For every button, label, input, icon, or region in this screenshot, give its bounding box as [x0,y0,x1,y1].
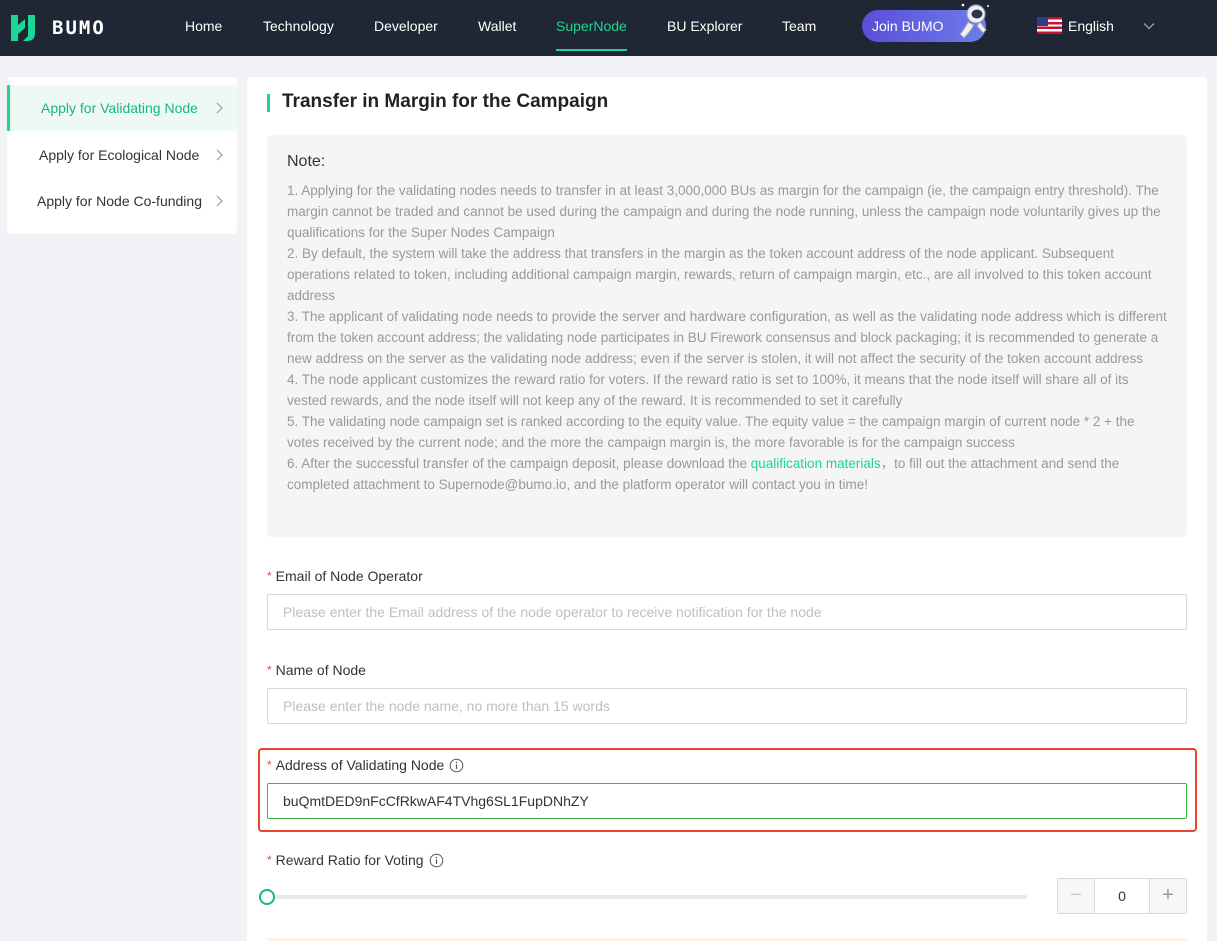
bumo-logo-icon [11,15,35,41]
language-selector[interactable]: English [1037,17,1114,34]
nav-bu-explorer[interactable]: BU Explorer [667,0,742,56]
sidebar-item-label: Apply for Node Co-funding [37,193,202,209]
note-line-6-before: 6. After the successful transfer of the … [287,456,751,471]
email-label-text: Email of Node Operator [275,568,423,584]
note-box: Note: 1. Applying for the validating nod… [267,135,1187,537]
decrement-button[interactable]: − [1058,879,1094,913]
qualification-materials-link[interactable]: qualification materials [751,456,881,471]
required-mark: * [267,663,272,677]
title-accent-bar [267,94,270,112]
note-line-6: 6. After the successful transfer of the … [287,453,1167,495]
sidebar: Apply for Validating Node Apply for Ecol… [7,77,237,234]
reward-ratio-label: * Reward Ratio for Voting [267,852,444,868]
reward-ratio-stepper: − 0 + [1057,878,1187,914]
top-nav: BUMO Home Technology Developer Wallet Su… [0,0,1217,56]
node-name-input[interactable] [267,688,1187,724]
nav-developer[interactable]: Developer [374,0,438,56]
reward-slider-track[interactable] [267,895,1027,899]
chevron-down-icon[interactable] [1142,19,1156,33]
note-line-1: 1. Applying for the validating nodes nee… [287,183,1161,240]
language-label: English [1068,17,1114,34]
note-heading: Note: [287,153,326,170]
sidebar-item-label: Apply for Validating Node [41,100,198,116]
main-panel: Transfer in Margin for the Campaign Note… [247,77,1207,941]
nav-supernode[interactable]: SuperNode [556,0,627,56]
required-mark: * [267,853,272,867]
logo-text: BUMO [52,17,106,39]
required-mark: * [267,758,272,772]
required-mark: * [267,569,272,583]
astronaut-icon [959,3,989,39]
validating-address-label-text: Address of Validating Node [275,757,445,773]
increment-button[interactable]: + [1150,879,1186,913]
info-icon[interactable] [449,758,464,773]
chevron-right-icon [216,195,223,207]
note-line-4: 4. The node applicant customizes the rew… [287,372,1129,408]
nav-team[interactable]: Team [782,0,816,56]
sidebar-item-node-co-funding[interactable]: Apply for Node Co-funding [7,178,237,224]
page-title: Transfer in Margin for the Campaign [282,91,609,112]
node-name-label: * Name of Node [267,662,366,678]
sidebar-item-validating-node[interactable]: Apply for Validating Node [7,85,237,131]
validating-address-input[interactable] [267,783,1187,819]
email-input[interactable] [267,594,1187,630]
reward-ratio-label-text: Reward Ratio for Voting [275,852,424,868]
node-name-label-text: Name of Node [275,662,366,678]
chevron-right-icon [216,102,223,114]
validating-address-label: * Address of Validating Node [267,757,464,773]
bumo-logo[interactable]: BUMO [8,10,106,46]
note-line-5: 5. The validating node campaign set is r… [287,414,1135,450]
note-line-3: 3. The applicant of validating node need… [287,309,1167,366]
reward-ratio-value[interactable]: 0 [1094,879,1150,913]
us-flag-icon [1037,17,1062,34]
nav-home[interactable]: Home [185,0,222,56]
note-line-2: 2. By default, the system will take the … [287,246,1152,303]
chevron-right-icon [216,149,223,161]
reward-slider-handle[interactable] [259,889,275,905]
sidebar-item-label: Apply for Ecological Node [39,147,200,163]
email-label: * Email of Node Operator [267,568,423,584]
nav-wallet[interactable]: Wallet [478,0,516,56]
info-icon[interactable] [429,853,444,868]
nav-technology[interactable]: Technology [263,0,334,56]
sidebar-item-ecological-node[interactable]: Apply for Ecological Node [7,132,237,178]
